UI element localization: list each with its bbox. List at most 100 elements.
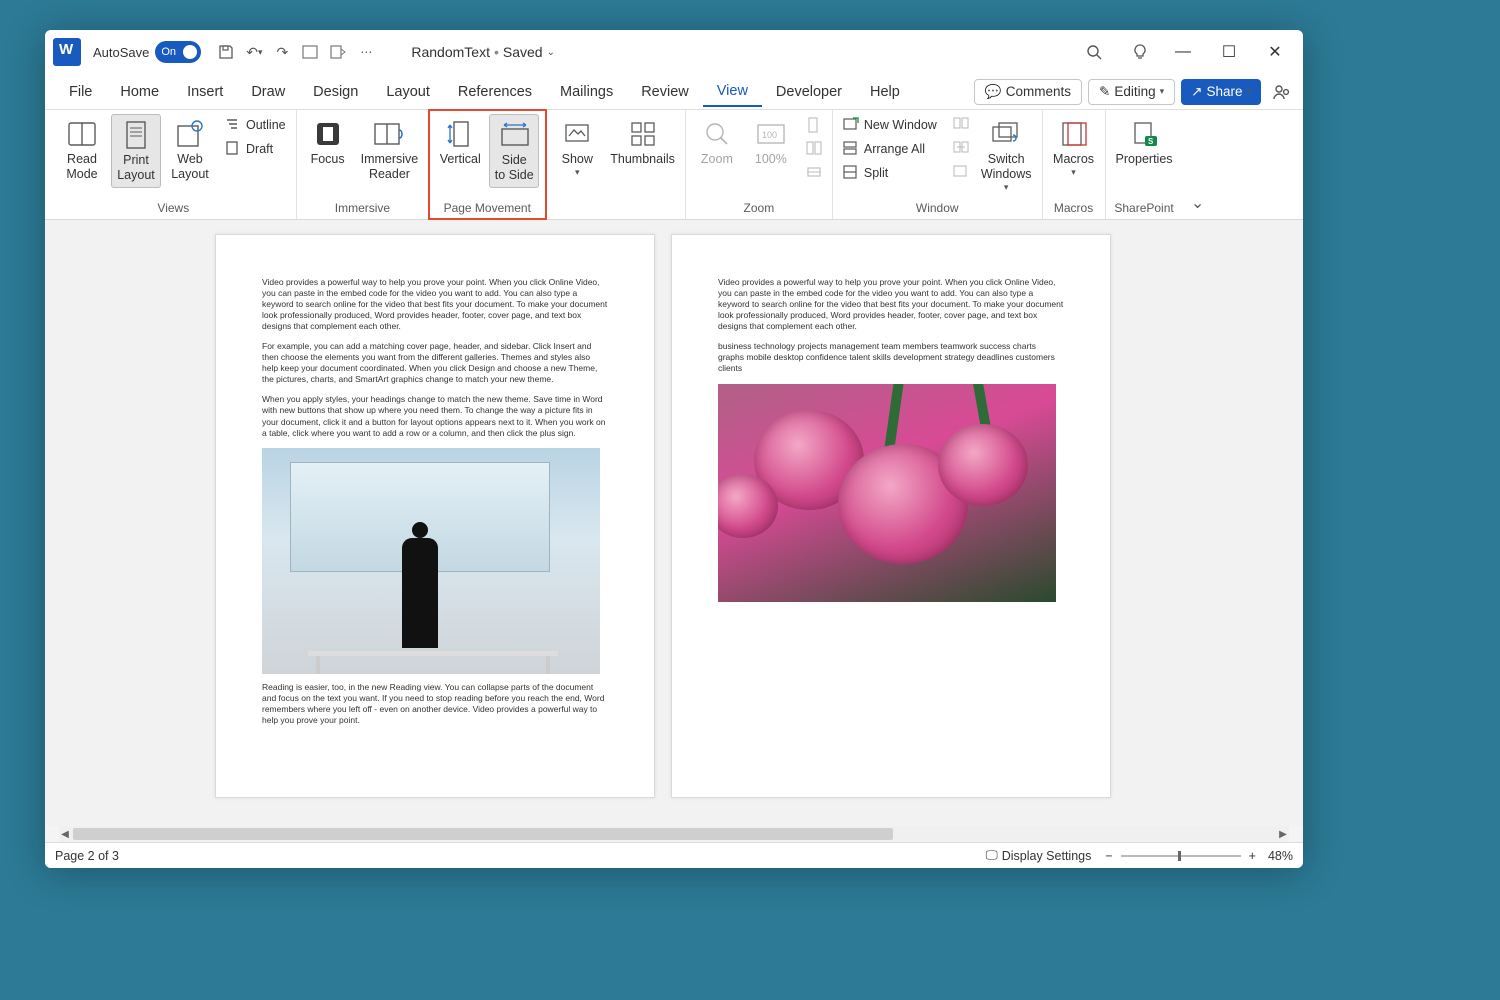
- tab-developer[interactable]: Developer: [762, 78, 856, 106]
- outline-button[interactable]: Outline: [221, 114, 290, 136]
- display-settings-button[interactable]: Display Settings: [1002, 849, 1092, 863]
- office-photo[interactable]: [262, 448, 600, 674]
- tab-mailings[interactable]: Mailings: [546, 78, 627, 106]
- word-app-icon: [53, 38, 81, 66]
- web-layout-icon: [174, 118, 206, 150]
- side-to-side-icon: [498, 119, 530, 151]
- reset-window-icon: [953, 165, 969, 181]
- search-icon[interactable]: [1085, 43, 1103, 61]
- show-button[interactable]: Show▾: [552, 114, 602, 182]
- tab-references[interactable]: References: [444, 78, 546, 106]
- zoom-slider[interactable]: [1121, 849, 1241, 863]
- tab-view[interactable]: View: [703, 77, 762, 107]
- label: Properties: [1116, 152, 1173, 167]
- split-button[interactable]: Split: [839, 162, 941, 184]
- chevron-down-icon: ▾: [1160, 86, 1165, 97]
- tab-home[interactable]: Home: [106, 78, 173, 106]
- properties-button[interactable]: SProperties: [1112, 114, 1177, 171]
- zoom-out-button[interactable]: −: [1105, 849, 1112, 863]
- group-label: Page Movement: [435, 201, 539, 217]
- undo-icon[interactable]: ↶▾: [245, 43, 263, 61]
- horizontal-scrollbar[interactable]: ◀ ▶: [59, 826, 1289, 842]
- web-layout-button[interactable]: Web Layout: [165, 114, 215, 186]
- lightbulb-icon[interactable]: [1131, 43, 1149, 61]
- zoom-icon: [701, 118, 733, 150]
- page-width-icon: [806, 165, 822, 181]
- scroll-left-icon[interactable]: ◀: [59, 828, 71, 840]
- label: Macros: [1053, 152, 1094, 167]
- ribbon-collapse-button[interactable]: ⌄: [1183, 110, 1213, 219]
- macros-icon: [1058, 118, 1090, 150]
- group-label: Views: [57, 201, 290, 217]
- label: Switch Windows: [981, 152, 1032, 182]
- editing-button[interactable]: ✎ Editing ▾: [1088, 79, 1175, 105]
- read-mode-button[interactable]: Read Mode: [57, 114, 107, 186]
- scrollbar-thumb[interactable]: [73, 828, 893, 840]
- comment-icon: 💬: [985, 84, 1002, 100]
- separator: •: [494, 44, 499, 60]
- share-button[interactable]: ↗ Share ▾: [1181, 79, 1261, 105]
- focus-button[interactable]: Focus: [303, 114, 353, 171]
- close-button[interactable]: ✕: [1255, 37, 1295, 67]
- group-label: [552, 201, 679, 217]
- comments-button[interactable]: 💬 Comments: [974, 79, 1082, 105]
- label: Vertical: [440, 152, 481, 167]
- vertical-button[interactable]: Vertical: [435, 114, 485, 171]
- new-window-button[interactable]: New Window: [839, 114, 941, 136]
- group-macros: Macros▾ Macros: [1043, 110, 1106, 219]
- one-page-icon: [806, 117, 822, 133]
- arrange-all-button[interactable]: Arrange All: [839, 138, 941, 160]
- reset-window-button: [949, 162, 973, 184]
- tab-design[interactable]: Design: [299, 78, 372, 106]
- sync-scroll-icon: [953, 141, 969, 157]
- minimize-button[interactable]: —: [1163, 37, 1203, 67]
- label: Immersive Reader: [361, 152, 419, 182]
- tab-layout[interactable]: Layout: [372, 78, 444, 106]
- hundred-icon: 100: [755, 118, 787, 150]
- group-label: Immersive: [303, 201, 423, 217]
- read-mode-icon: [66, 118, 98, 150]
- print-layout-button[interactable]: Print Layout: [111, 114, 161, 188]
- tab-draw[interactable]: Draw: [237, 78, 299, 106]
- label: New Window: [864, 118, 937, 132]
- tab-help[interactable]: Help: [856, 78, 914, 106]
- tab-insert[interactable]: Insert: [173, 78, 237, 106]
- label: 100%: [755, 152, 787, 167]
- document-title[interactable]: RandomText • Saved ⌄: [411, 44, 555, 60]
- chevron-down-icon: ⌄: [547, 47, 555, 58]
- collaboration-icon[interactable]: [1271, 81, 1293, 103]
- side-to-side-button[interactable]: Side to Side: [489, 114, 539, 188]
- autosave-toggle[interactable]: On: [155, 41, 201, 63]
- qat-item-icon[interactable]: [329, 43, 347, 61]
- qat-customize-icon[interactable]: ⋯: [357, 43, 375, 61]
- page-2[interactable]: Video provides a powerful way to help yo…: [671, 234, 1111, 798]
- tab-file[interactable]: File: [55, 78, 106, 106]
- label: Read Mode: [66, 152, 97, 182]
- multi-page-button: [802, 138, 826, 160]
- display-settings-icon[interactable]: 🖵: [986, 848, 998, 863]
- share-icon: ↗: [1191, 84, 1202, 100]
- redo-icon[interactable]: ↷: [273, 43, 291, 61]
- immersive-reader-button[interactable]: Immersive Reader: [357, 114, 423, 186]
- zoom-in-button[interactable]: +: [1249, 849, 1256, 863]
- tab-review[interactable]: Review: [627, 78, 703, 106]
- scroll-right-icon[interactable]: ▶: [1277, 828, 1289, 840]
- zoom-level[interactable]: 48%: [1268, 849, 1293, 863]
- label: Draft: [246, 142, 273, 156]
- maximize-button[interactable]: ☐: [1209, 37, 1249, 67]
- macros-button[interactable]: Macros▾: [1049, 114, 1099, 182]
- save-icon[interactable]: [217, 43, 235, 61]
- draft-button[interactable]: Draft: [221, 138, 290, 160]
- flowers-photo[interactable]: [718, 384, 1056, 602]
- switch-windows-button[interactable]: Switch Windows▾: [977, 114, 1036, 197]
- thumbnails-button[interactable]: Thumbnails: [606, 114, 679, 171]
- group-label: Macros: [1049, 201, 1099, 217]
- qat-item-icon[interactable]: [301, 43, 319, 61]
- group-page-movement: Vertical Side to Side Page Movement: [429, 110, 546, 219]
- autosave-label: AutoSave: [93, 45, 149, 60]
- page-1[interactable]: Video provides a powerful way to help yo…: [215, 234, 655, 798]
- sync-scroll-button: [949, 138, 973, 160]
- page-indicator[interactable]: Page 2 of 3: [55, 849, 119, 863]
- label: Show: [562, 152, 593, 167]
- document-area[interactable]: Video provides a powerful way to help yo…: [45, 220, 1303, 826]
